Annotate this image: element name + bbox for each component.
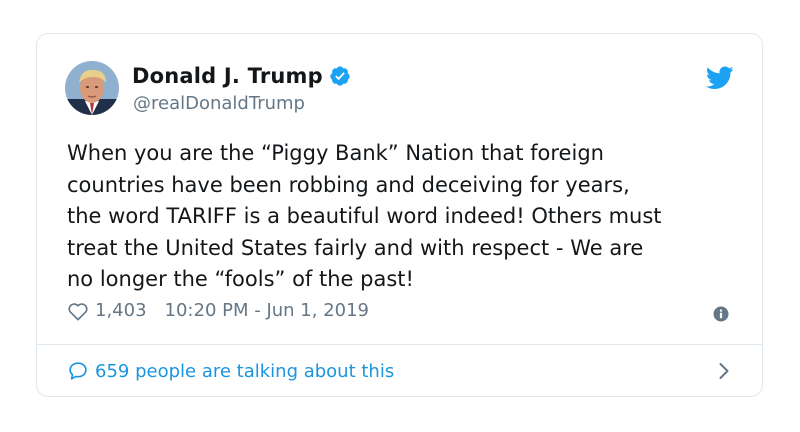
like-count[interactable]: 1,403 [95, 300, 147, 321]
avatar[interactable] [65, 61, 119, 115]
twitter-bird-icon[interactable] [705, 66, 734, 90]
author-name-row[interactable]: Donald J. Trump [132, 64, 351, 88]
avatar-image [65, 61, 119, 115]
conversation-link[interactable]: 659 people are talking about this [67, 355, 732, 387]
verified-badge-icon [329, 65, 351, 87]
divider [37, 344, 762, 345]
tweet-text: When you are the “Piggy Bank” Nation tha… [67, 141, 662, 291]
tweet-card[interactable]: Donald J. Trump @realDonaldTrump When yo… [36, 33, 763, 397]
heart-icon[interactable] [67, 301, 89, 321]
author-handle[interactable]: @realDonaldTrump [133, 93, 305, 114]
author-display-name[interactable]: Donald J. Trump [132, 64, 323, 88]
speech-bubble-icon [69, 362, 87, 380]
talking-about-text[interactable]: 659 people are talking about this [95, 361, 394, 382]
chevron-right-icon[interactable] [718, 362, 730, 380]
info-icon[interactable] [713, 306, 729, 322]
tweet-meta-row: 1,403 10:20 PM - Jun 1, 2019 [67, 300, 369, 321]
tweet-timestamp[interactable]: 10:20 PM - Jun 1, 2019 [165, 300, 369, 321]
